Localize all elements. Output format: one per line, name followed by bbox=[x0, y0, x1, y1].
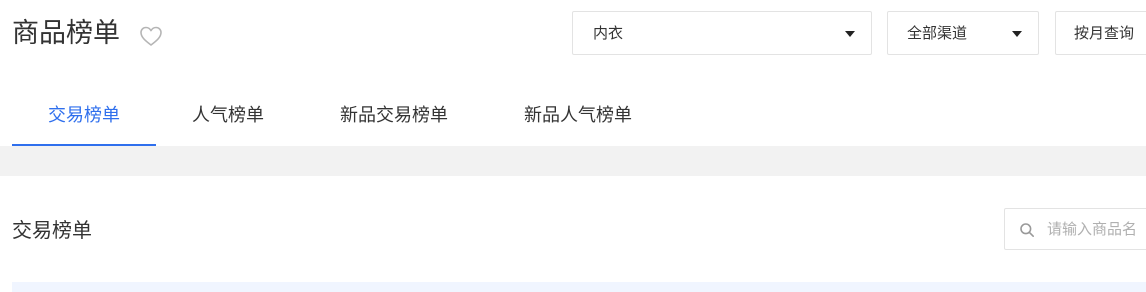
channel-select[interactable]: 全部渠道 bbox=[887, 11, 1039, 55]
search-box[interactable] bbox=[1004, 208, 1146, 250]
tab-popularity-ranking[interactable]: 人气榜单 bbox=[172, 96, 284, 146]
page-title: 商品榜单 bbox=[12, 18, 120, 49]
period-query-button[interactable]: 按月查询 bbox=[1055, 11, 1146, 55]
category-select-value: 内衣 bbox=[593, 24, 624, 42]
section-divider bbox=[0, 146, 1146, 176]
search-input[interactable] bbox=[1047, 209, 1146, 249]
table-header bbox=[12, 282, 1146, 292]
channel-select-value: 全部渠道 bbox=[907, 24, 968, 42]
tab-new-popularity-ranking[interactable]: 新品人气榜单 bbox=[500, 96, 656, 146]
caret-down-icon bbox=[845, 31, 855, 37]
search-icon bbox=[1020, 223, 1034, 237]
section-title: 交易榜单 bbox=[12, 218, 92, 242]
heart-outline-icon[interactable] bbox=[139, 25, 163, 47]
caret-down-icon bbox=[1012, 31, 1022, 37]
category-select[interactable]: 内衣 bbox=[572, 11, 872, 55]
tab-trade-ranking[interactable]: 交易榜单 bbox=[12, 96, 156, 146]
tab-new-trade-ranking[interactable]: 新品交易榜单 bbox=[316, 96, 472, 146]
